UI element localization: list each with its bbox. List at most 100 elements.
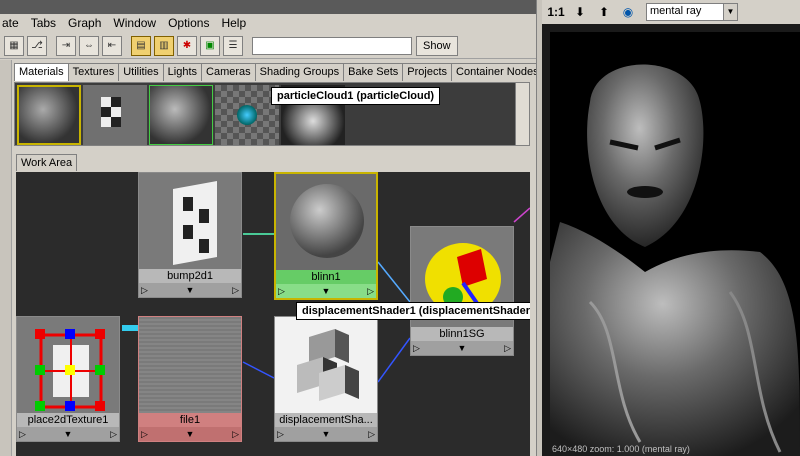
bump2d1-ports[interactable]: ▷ ▼ ▷ [139, 283, 241, 297]
bump2d1-thumb [139, 173, 241, 269]
connection-sg-out [513, 207, 530, 223]
swatch-particle-cloud[interactable] [215, 85, 279, 145]
displacementShader-ports[interactable]: ▷ ▼ ▷ [275, 427, 377, 441]
renderer-value: mental ray [650, 5, 702, 17]
input-connections-icon[interactable]: ⇥ [56, 35, 76, 56]
place2dTexture1-label: place2dTexture1 [17, 413, 119, 427]
out-port-icon[interactable]: ▷ [232, 285, 239, 296]
connection-blinn-sg [377, 261, 411, 303]
node-displacementShader[interactable]: displacementSha... ▷ ▼ ▷ [274, 316, 378, 442]
left-scroll-strip[interactable] [0, 60, 12, 456]
tab-shading-groups[interactable]: Shading Groups [254, 63, 345, 81]
tab-bake-sets[interactable]: Bake Sets [343, 63, 404, 81]
out-port-icon[interactable]: ▷ [367, 286, 374, 297]
render-viewport[interactable]: 640×480 zoom: 1.000 (mental ray) [550, 32, 800, 456]
clear-graph-icon[interactable]: ☰ [223, 35, 243, 56]
swatch-blinn[interactable] [149, 85, 213, 145]
swatch-lambert[interactable] [17, 85, 81, 145]
expand-icon[interactable]: ▼ [322, 429, 331, 439]
out-port-icon[interactable]: ▷ [110, 429, 117, 440]
in-out-connections-icon[interactable]: ⇔ [79, 35, 99, 56]
output-connections-icon[interactable]: ⇤ [102, 35, 122, 56]
expand-icon[interactable]: ▼ [186, 429, 195, 439]
menu-edit[interactable]: ate [2, 16, 19, 30]
in-port-icon[interactable]: ▷ [277, 429, 284, 440]
out-port-icon[interactable]: ▷ [368, 429, 375, 440]
remove-image-icon[interactable]: ⬆ [594, 3, 614, 21]
place2dTexture1-thumb [17, 317, 119, 413]
tab-cameras[interactable]: Cameras [201, 63, 256, 81]
expand-icon[interactable]: ▼ [458, 343, 467, 353]
render-view-panel: 1:1 ⬇ ⬆ ◉ mental ray ▼ 640×480 zoom: 1.0… [542, 0, 800, 456]
layout-alt-icon[interactable]: ▥ [154, 35, 174, 56]
render-toolbar: 1:1 ⬇ ⬆ ◉ mental ray ▼ [542, 0, 800, 24]
expand-icon[interactable]: ▼ [64, 429, 73, 439]
show-button[interactable]: Show [416, 35, 458, 56]
window-title-strip [0, 0, 542, 14]
file1-ports[interactable]: ▷ ▼ ▷ [139, 427, 241, 441]
selected-nodes-icon[interactable]: ✱ [177, 35, 197, 56]
tab-lights[interactable]: Lights [162, 63, 203, 81]
blinn1-thumb [276, 174, 376, 270]
node-place2dTexture1[interactable]: place2dTexture1 ▷ ▼ ▷ [16, 316, 120, 442]
tab-container-nodes[interactable]: Container Nodes [451, 63, 544, 81]
blinn1-ports[interactable]: ▷ ▼ ▷ [276, 284, 376, 298]
in-port-icon[interactable]: ▷ [413, 343, 420, 354]
particle-glow-icon [237, 105, 257, 125]
blinn1SG-ports[interactable]: ▷ ▼ ▷ [411, 341, 513, 355]
node-file1[interactable]: file1 ▷ ▼ ▷ [138, 316, 242, 442]
render-status-line: 640×480 zoom: 1.000 (mental ray) [552, 444, 690, 454]
graph-icon[interactable]: ▣ [200, 35, 220, 56]
tab-textures[interactable]: Textures [67, 63, 120, 81]
in-port-icon[interactable]: ▷ [19, 429, 26, 440]
render-settings-icon[interactable]: ◉ [618, 3, 638, 21]
in-port-icon[interactable]: ▷ [141, 429, 148, 440]
displacement-tooltip: displacementShader1 (displacementShader) [296, 302, 530, 320]
expand-icon[interactable]: ▼ [186, 285, 195, 295]
swatch-scrollbar[interactable] [515, 83, 529, 145]
node-bump2d1[interactable]: bump2d1 ▷ ▼ ▷ [138, 172, 242, 298]
place2dTexture1-ports[interactable]: ▷ ▼ ▷ [17, 427, 119, 441]
in-port-icon[interactable]: ▷ [278, 286, 285, 297]
material-swatches-panel: particleCloud1 (particleCloud) [14, 82, 530, 146]
displacementShader-thumb [275, 317, 377, 413]
out-port-icon[interactable]: ▷ [504, 343, 511, 354]
layout-icon[interactable]: ▤ [131, 35, 151, 56]
bump2d1-label: bump2d1 [139, 269, 241, 283]
menu-help[interactable]: Help [221, 16, 246, 30]
node-blinn1SG[interactable]: blinn1SG ▷ ▼ ▷ [410, 226, 514, 356]
chevron-down-icon[interactable]: ▼ [723, 4, 737, 20]
menu-graph[interactable]: Graph [68, 16, 101, 30]
hypershade-window: ate Tabs Graph Window Options Help ▦ ⎇ ⇥… [0, 0, 544, 456]
tab-materials[interactable]: Materials [14, 63, 69, 81]
tab-utilities[interactable]: Utilities [118, 63, 164, 81]
node-blinn1[interactable]: blinn1 ▷ ▼ ▷ [274, 172, 378, 300]
hierarchy-icon[interactable]: ⎇ [27, 35, 47, 56]
file1-thumb [139, 317, 241, 413]
connection-disp-sg [377, 337, 411, 383]
blinn1SG-label: blinn1SG [411, 327, 513, 341]
renderer-select[interactable]: mental ray ▼ [646, 3, 738, 21]
rendered-creature-image [550, 64, 800, 456]
menu-window[interactable]: Window [113, 16, 156, 30]
connection-file-disp [242, 361, 275, 379]
tab-work-area[interactable]: Work Area [16, 154, 78, 171]
tab-projects[interactable]: Projects [402, 63, 453, 81]
displacementShader-label: displacementSha... [275, 413, 377, 427]
toolbar: ▦ ⎇ ⇥ ⇔ ⇤ ▤ ▥ ✱ ▣ ☰ Show [0, 33, 542, 59]
in-port-icon[interactable]: ▷ [141, 285, 148, 296]
tab-bar: Materials Textures Utilities Lights Came… [14, 63, 544, 81]
swatch-checker[interactable] [83, 85, 147, 145]
ratio-label[interactable]: 1:1 [546, 3, 566, 21]
work-area-canvas[interactable]: bump2d1 ▷ ▼ ▷ blinn1 ▷ ▼ ▷ blinn1SG ▷ ▼ ▷ [16, 172, 530, 456]
search-input[interactable] [252, 36, 412, 55]
menu-tabs[interactable]: Tabs [31, 16, 56, 30]
grid-icon[interactable]: ▦ [4, 35, 24, 56]
out-port-icon[interactable]: ▷ [232, 429, 239, 440]
particle-tooltip: particleCloud1 (particleCloud) [271, 87, 441, 105]
checker-icon [101, 97, 121, 127]
expand-icon[interactable]: ▼ [322, 286, 331, 296]
keep-image-icon[interactable]: ⬇ [570, 3, 590, 21]
file1-label: file1 [139, 413, 241, 427]
menu-options[interactable]: Options [168, 16, 209, 30]
